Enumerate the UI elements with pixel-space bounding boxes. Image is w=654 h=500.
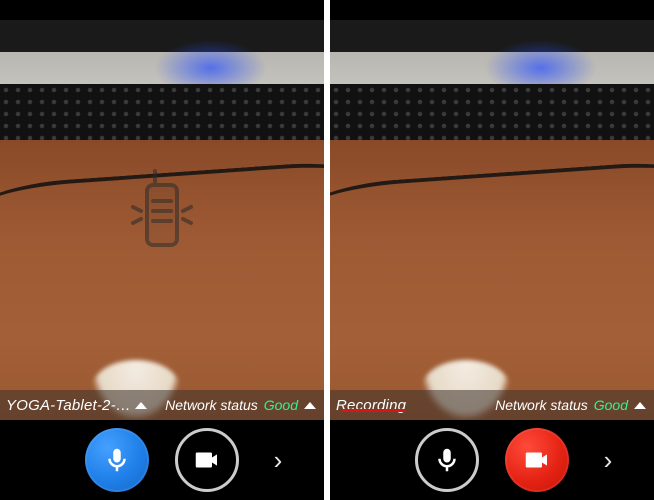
status-bar xyxy=(330,0,654,20)
network-status: Network status Good xyxy=(495,397,646,413)
bottom-toolbar: › xyxy=(330,420,654,500)
push-to-talk-button[interactable] xyxy=(415,428,479,492)
camera-feed-detail xyxy=(330,84,654,140)
recording-status: Recording xyxy=(336,397,406,414)
more-button[interactable]: › xyxy=(265,445,291,476)
chevron-up-icon[interactable] xyxy=(135,402,147,409)
video-camera-icon xyxy=(192,445,222,475)
walkie-talkie-icon xyxy=(127,167,197,257)
chevron-up-icon[interactable] xyxy=(304,402,316,409)
info-strip[interactable]: YOGA-Tablet-2-… Network status Good xyxy=(0,390,324,420)
stop-recording-button[interactable] xyxy=(505,428,569,492)
connected-device: YOGA-Tablet-2-… xyxy=(6,397,147,414)
more-button[interactable]: › xyxy=(595,445,621,476)
device-name: YOGA-Tablet-2-… xyxy=(6,397,131,414)
record-video-button[interactable] xyxy=(175,428,239,492)
camera-feed-detail xyxy=(0,84,324,140)
phone-left: YOGA-Tablet-2-… Network status Good › xyxy=(0,0,324,500)
phone-right: Recording Network status Good › xyxy=(330,0,654,500)
chevron-up-icon[interactable] xyxy=(634,402,646,409)
network-status-value: Good xyxy=(264,397,298,413)
microphone-icon xyxy=(102,445,132,475)
camera-viewfinder[interactable] xyxy=(330,20,654,420)
recording-indicator xyxy=(342,409,406,412)
microphone-icon xyxy=(432,445,462,475)
video-camera-icon xyxy=(522,445,552,475)
bottom-toolbar: › xyxy=(0,420,324,500)
network-status-value: Good xyxy=(594,397,628,413)
push-to-talk-button[interactable] xyxy=(85,428,149,492)
network-status-label: Network status xyxy=(495,397,588,413)
camera-viewfinder[interactable] xyxy=(0,20,324,420)
status-bar xyxy=(0,0,324,20)
network-status: Network status Good xyxy=(165,397,316,413)
info-strip[interactable]: Recording Network status Good xyxy=(330,390,654,420)
network-status-label: Network status xyxy=(165,397,258,413)
screenshot-pair: YOGA-Tablet-2-… Network status Good › xyxy=(0,0,654,500)
